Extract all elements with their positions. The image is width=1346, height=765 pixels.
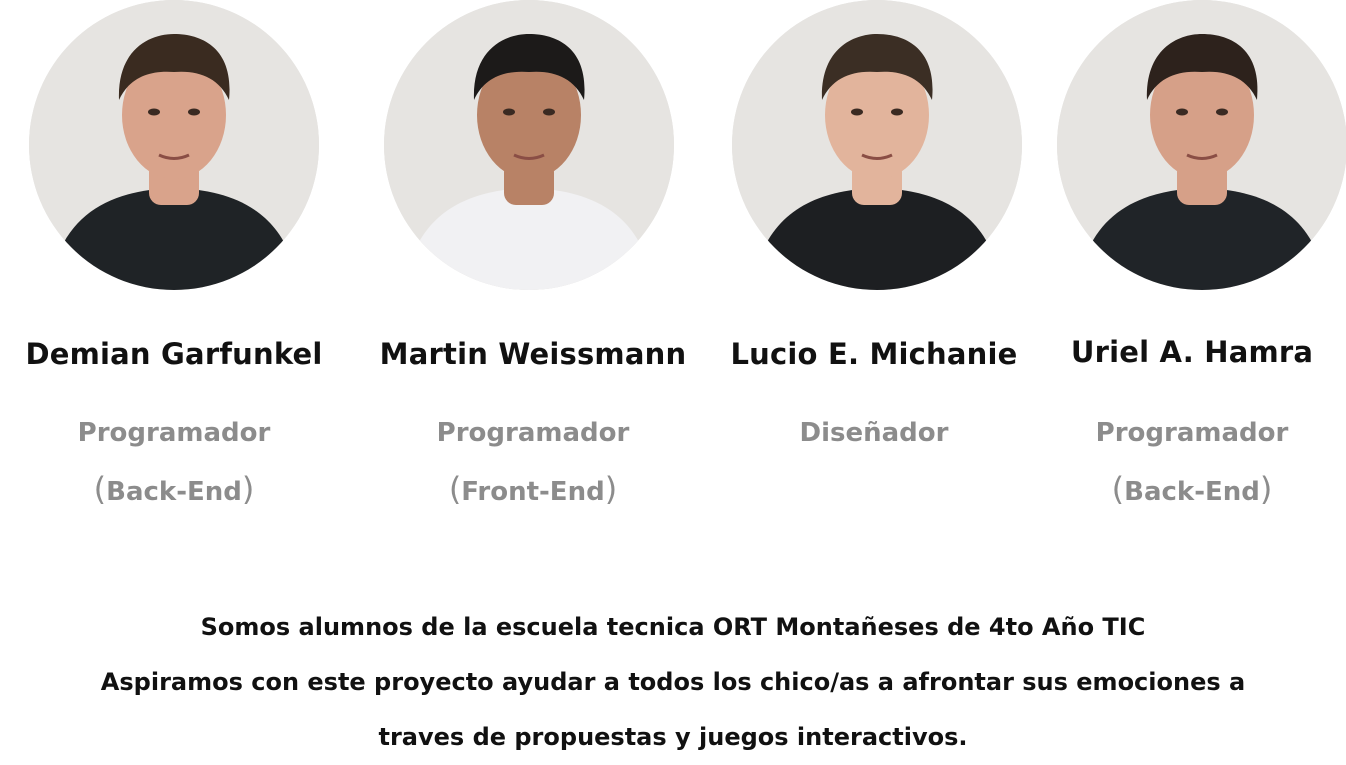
portrait-illustration xyxy=(732,0,1022,290)
portrait-eye-left xyxy=(148,108,160,116)
member-specialty: (Back-End) xyxy=(1111,470,1273,508)
portrait-illustration xyxy=(29,0,319,290)
portrait-eye-right xyxy=(1216,108,1228,116)
member-specialty-text: Back-End xyxy=(106,477,242,507)
member-name: Martin Weissmann xyxy=(379,337,687,371)
member-photo xyxy=(732,0,1022,290)
member-specialty: (Back-End) xyxy=(93,470,255,508)
member-role: Programador xyxy=(1095,418,1289,448)
member-role: Programador xyxy=(436,418,630,448)
member-specialty-text: Front-End xyxy=(461,477,605,507)
member-name: Uriel A. Hamra xyxy=(1070,335,1314,369)
member-photo xyxy=(1057,0,1346,290)
member-role: Programador xyxy=(77,418,271,448)
portrait-illustration xyxy=(384,0,674,290)
member-role: Diseñador xyxy=(799,418,949,448)
about-section: Somos alumnos de la escuela tecnica ORT … xyxy=(0,600,1346,765)
portrait-eye-left xyxy=(503,108,515,116)
portrait-eye-right xyxy=(543,108,555,116)
member-name: Lucio E. Michanie xyxy=(730,337,1018,371)
portrait-eye-left xyxy=(851,108,863,116)
about-line-3: traves de propuestas y juegos interactiv… xyxy=(378,723,968,751)
portrait-eye-right xyxy=(891,108,903,116)
member-specialty: (Front-End) xyxy=(448,470,618,508)
about-line-1: Somos alumnos de la escuela tecnica ORT … xyxy=(200,613,1146,641)
about-line-2: Aspiramos con este proyecto ayudar a tod… xyxy=(100,668,1246,696)
member-photo xyxy=(29,0,319,290)
member-photo xyxy=(384,0,674,290)
portrait-eye-left xyxy=(1176,108,1188,116)
member-specialty-text: Back-End xyxy=(1124,477,1260,507)
portrait-illustration xyxy=(1057,0,1346,290)
member-name: Demian Garfunkel xyxy=(25,337,323,371)
portrait-eye-right xyxy=(188,108,200,116)
